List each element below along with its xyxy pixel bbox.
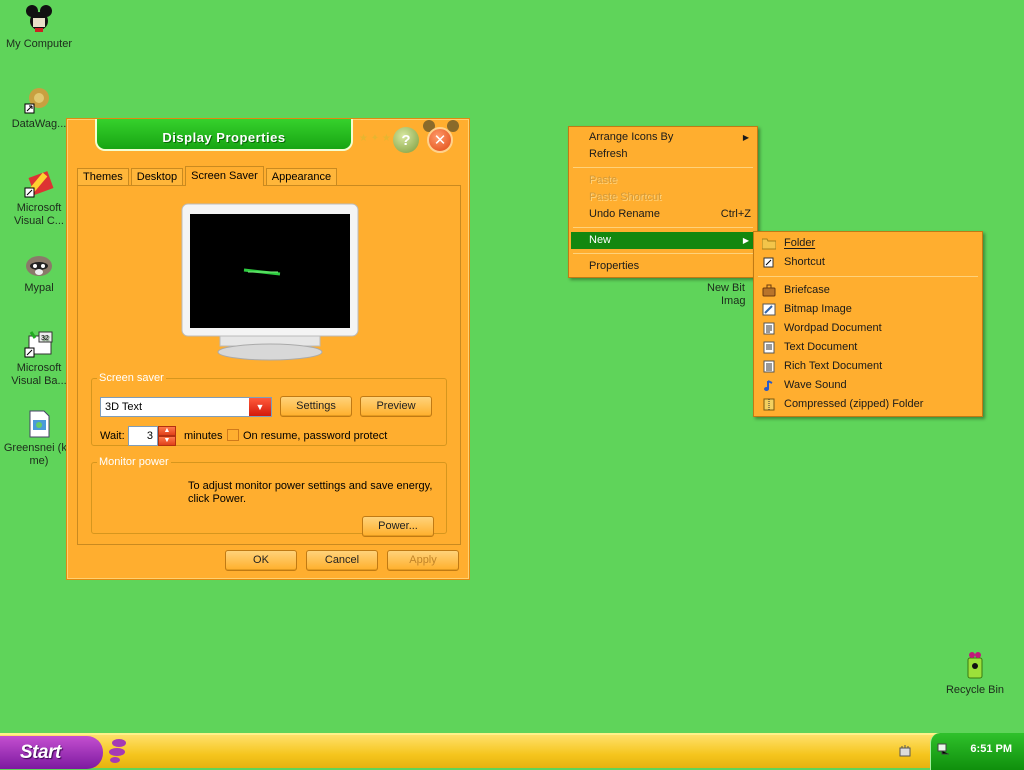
tab-desktop[interactable]: Desktop bbox=[130, 168, 184, 186]
visual-c-shortcut-icon bbox=[23, 168, 55, 200]
tab-screen-saver[interactable]: Screen Saver bbox=[185, 166, 264, 186]
system-tray: 6:51 PM bbox=[930, 733, 1024, 770]
tab-themes[interactable]: Themes bbox=[77, 168, 129, 186]
menu-item-paste-shortcut: Paste Shortcut bbox=[589, 191, 662, 203]
power-button[interactable]: Power... bbox=[362, 516, 434, 537]
wait-minutes-spinner[interactable]: ▲ ▼ bbox=[158, 426, 176, 446]
submenu-arrow-icon: ▶ bbox=[742, 236, 749, 245]
menu-separator bbox=[573, 253, 753, 254]
clock[interactable]: 6:51 PM bbox=[970, 743, 1012, 755]
submenu-item-text-document[interactable]: Text Document bbox=[756, 338, 980, 357]
wait-label: Wait: bbox=[100, 430, 125, 442]
spin-up-icon[interactable]: ▲ bbox=[158, 426, 176, 436]
monitor-power-legend: Monitor power bbox=[99, 456, 169, 468]
screen-saver-value: 3D Text bbox=[105, 401, 143, 413]
document-icon bbox=[23, 408, 55, 440]
datawag-shortcut-icon bbox=[23, 84, 55, 116]
title-bar[interactable]: Display Properties bbox=[95, 119, 353, 151]
tab-strip: Themes Desktop Screen Saver Appearance bbox=[77, 166, 339, 186]
submenu-item-rich-text[interactable]: Rich Text Document bbox=[756, 357, 980, 376]
submenu-item-bitmap[interactable]: Bitmap Image bbox=[756, 300, 980, 319]
submenu-item-zip-folder[interactable]: Compressed (zipped) Folder bbox=[756, 395, 980, 414]
close-button[interactable]: ✕ bbox=[427, 127, 453, 153]
help-button[interactable]: ? bbox=[393, 127, 419, 153]
briefcase-icon bbox=[762, 284, 776, 297]
screen-saver-select[interactable]: 3D Text ▼ bbox=[100, 397, 272, 417]
taskbar: Start 6:51 PM bbox=[0, 733, 1024, 770]
visual-basic-shortcut-icon: 32 bbox=[23, 328, 55, 360]
menu-item-paste: Paste bbox=[589, 174, 618, 186]
monitor-preview bbox=[180, 202, 360, 362]
desktop-context-menu: Arrange Icons By ▶ Refresh Paste Paste S… bbox=[568, 126, 758, 278]
desktop-icon-my-computer[interactable]: My Computer bbox=[1, 4, 77, 51]
submenu-item-folder[interactable]: Folder bbox=[756, 234, 980, 253]
mypal-raccoon-icon bbox=[23, 248, 55, 280]
ok-button[interactable]: OK bbox=[225, 550, 297, 571]
folder-icon bbox=[761, 237, 777, 250]
start-button[interactable]: Start bbox=[0, 736, 103, 769]
dropdown-arrow-icon[interactable]: ▼ bbox=[249, 398, 271, 416]
wave-sound-icon bbox=[762, 379, 776, 392]
preview-button[interactable]: Preview bbox=[360, 396, 432, 417]
wait-minutes-input[interactable]: 3 bbox=[128, 426, 158, 446]
menu-separator bbox=[758, 276, 978, 277]
new-submenu: Folder Shortcut Briefcase Bitmap Image W… bbox=[753, 231, 983, 417]
zip-folder-icon bbox=[762, 398, 776, 411]
menu-item-refresh[interactable]: Refresh bbox=[571, 146, 755, 163]
menu-separator bbox=[573, 227, 753, 228]
spin-down-icon[interactable]: ▼ bbox=[158, 436, 176, 446]
text-document-icon bbox=[762, 341, 776, 354]
monitor-power-group: Monitor power To adjust monitor power se… bbox=[91, 456, 447, 537]
rich-text-icon bbox=[762, 360, 776, 373]
monitor-power-description: To adjust monitor power settings and sav… bbox=[188, 480, 433, 505]
settings-button[interactable]: Settings bbox=[280, 396, 352, 417]
menu-item-arrange-icons[interactable]: Arrange Icons By ▶ bbox=[571, 129, 755, 146]
screen-saver-legend: Screen saver bbox=[99, 372, 164, 384]
submenu-item-wave-sound[interactable]: Wave Sound bbox=[756, 376, 980, 395]
mickey-computer-icon bbox=[23, 4, 55, 36]
tray-notification-icon[interactable] bbox=[898, 744, 912, 758]
menu-separator bbox=[573, 167, 753, 168]
screen-saver-group: Screen saver 3D Text ▼ Settings Preview … bbox=[91, 372, 447, 446]
submenu-arrow-icon: ▶ bbox=[742, 133, 749, 142]
shortcut-text: Ctrl+Z bbox=[720, 208, 751, 220]
cancel-button[interactable]: Cancel bbox=[306, 550, 378, 571]
menu-item-properties[interactable]: Properties bbox=[571, 258, 755, 275]
wordpad-icon bbox=[762, 322, 776, 335]
screen-saver-panel: Screen saver 3D Text ▼ Settings Preview … bbox=[77, 185, 461, 545]
submenu-item-wordpad[interactable]: Wordpad Document bbox=[756, 319, 980, 338]
menu-item-new[interactable]: New ▶ bbox=[571, 232, 755, 249]
password-protect-checkbox[interactable] bbox=[227, 429, 239, 441]
desktop-icon-label: Recycle Bin bbox=[945, 684, 1005, 696]
bitmap-icon bbox=[762, 303, 776, 316]
network-icon[interactable] bbox=[937, 742, 951, 756]
desktop-icon-label: My Computer bbox=[5, 38, 73, 50]
start-decoration-icon bbox=[106, 738, 128, 764]
shortcut-icon bbox=[762, 256, 776, 269]
desktop-icon-recycle-bin[interactable]: Recycle Bin bbox=[937, 650, 1013, 697]
submenu-item-briefcase[interactable]: Briefcase bbox=[756, 281, 980, 300]
tab-appearance[interactable]: Appearance bbox=[265, 168, 338, 186]
display-properties-window: Display Properties ★ ✦ ★ ? ✕ Themes Desk… bbox=[66, 118, 470, 580]
submenu-item-shortcut[interactable]: Shortcut bbox=[756, 253, 980, 272]
password-protect-label[interactable]: On resume, password protect bbox=[243, 430, 387, 442]
svg-text:32: 32 bbox=[41, 335, 49, 342]
apply-button[interactable]: Apply bbox=[387, 550, 459, 571]
star-decoration-icon: ★ ✦ ★ bbox=[359, 133, 391, 144]
recycle-bin-icon bbox=[959, 650, 991, 682]
minutes-label: minutes bbox=[184, 430, 223, 442]
menu-item-undo-rename[interactable]: Undo Rename Ctrl+Z bbox=[571, 206, 755, 223]
close-icon: ✕ bbox=[433, 132, 447, 149]
